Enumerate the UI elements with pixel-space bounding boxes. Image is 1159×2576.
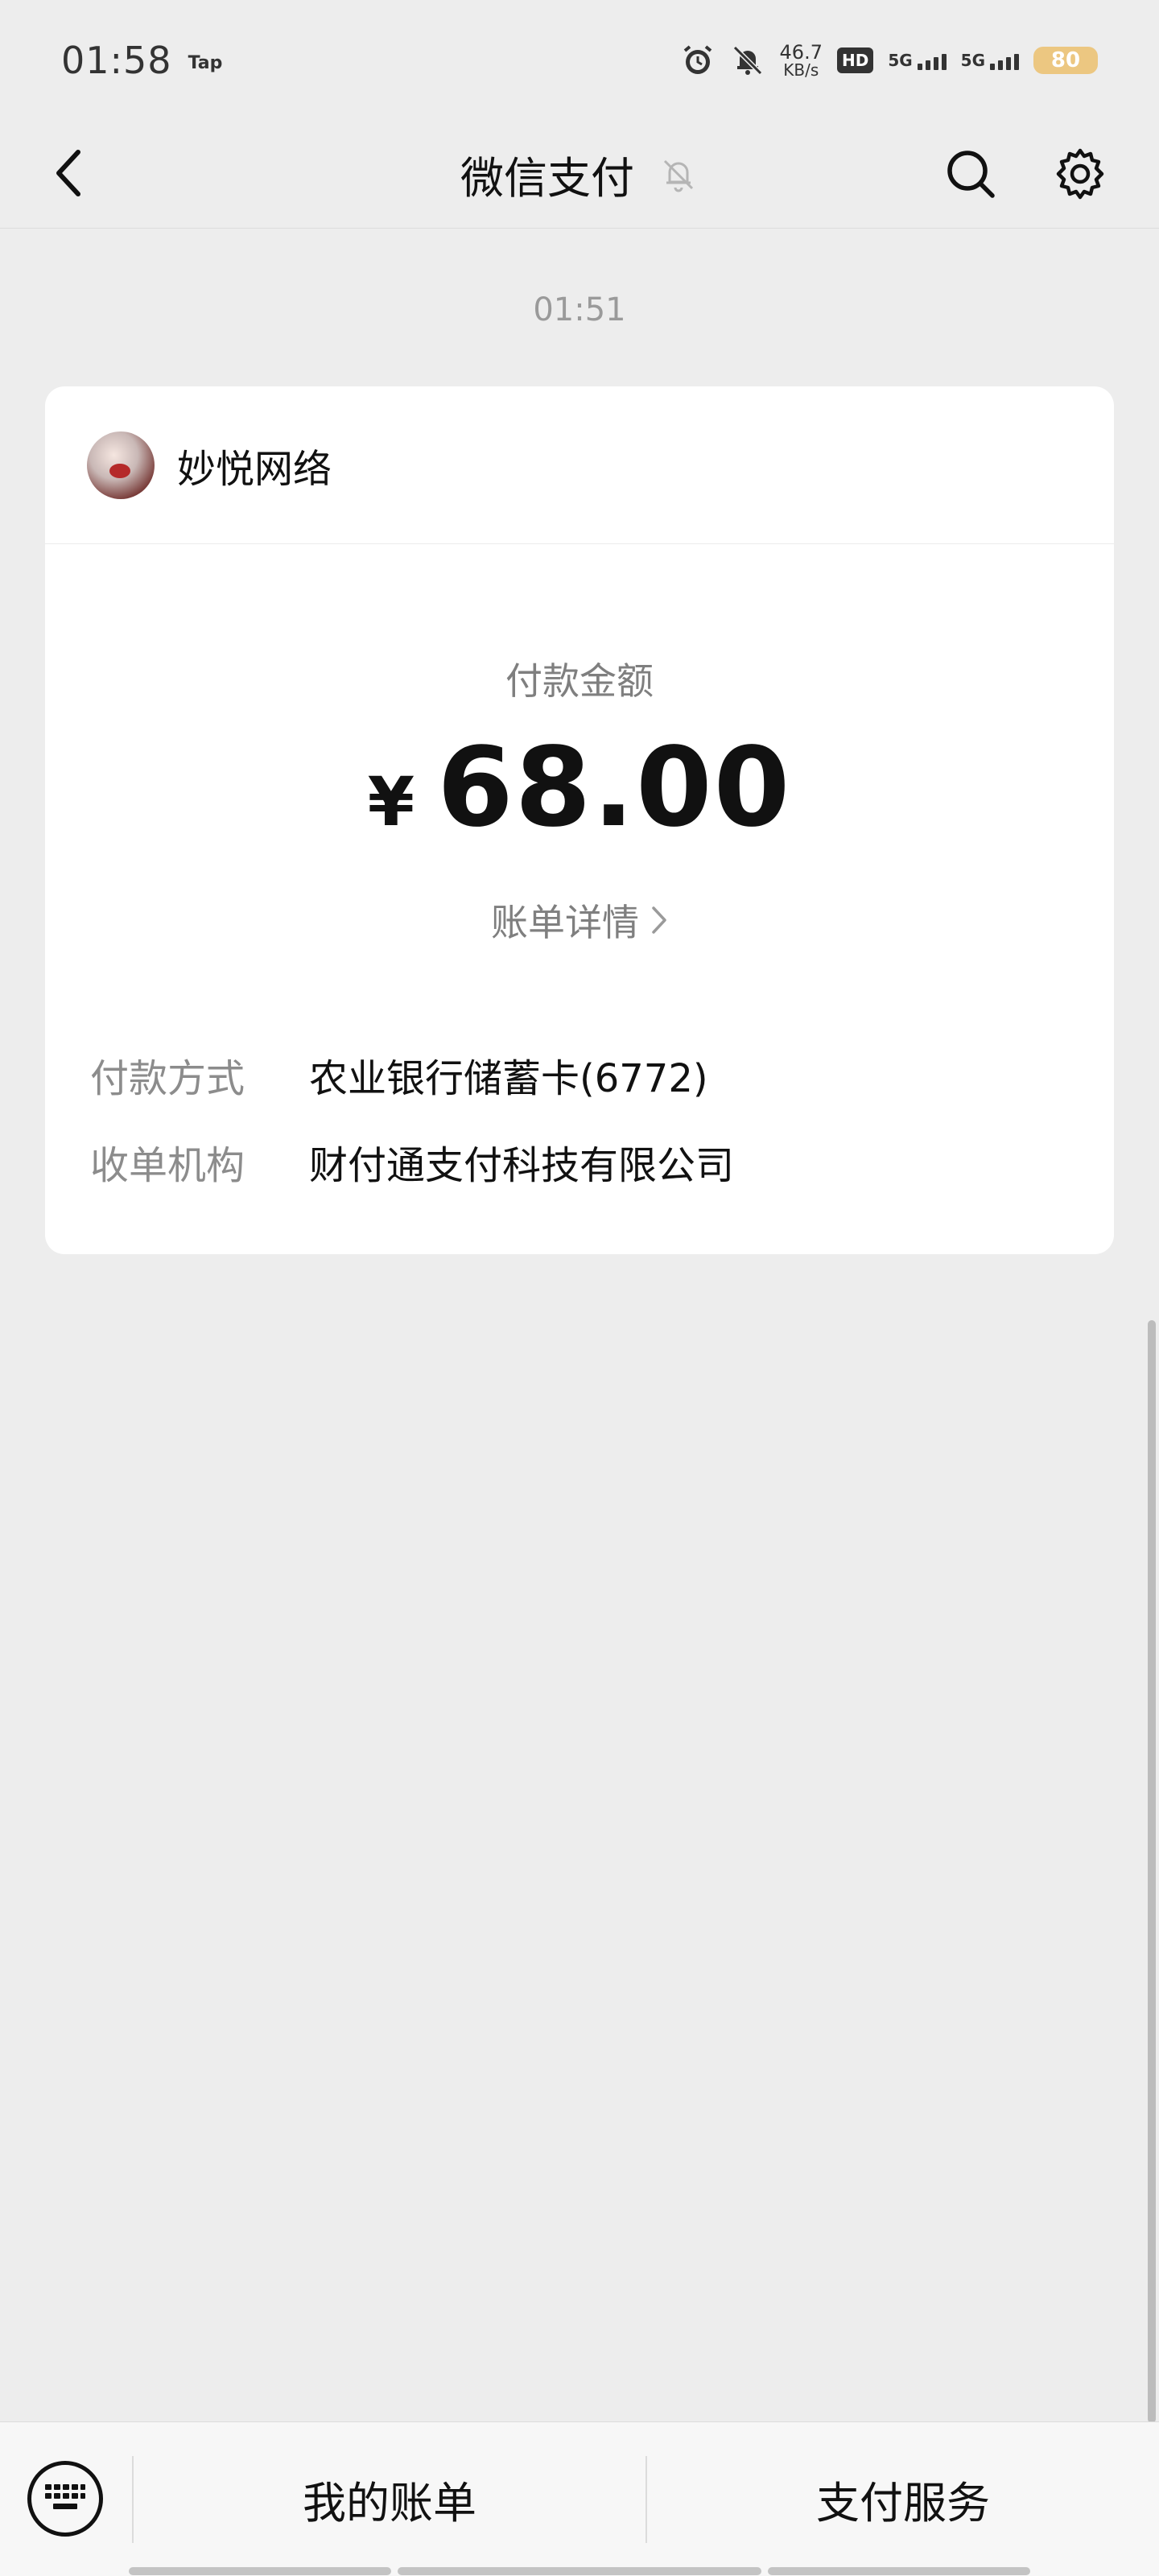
tab-my-bills[interactable]: 我的账单 [134, 2454, 645, 2543]
keyboard-toggle-button[interactable] [27, 2461, 103, 2537]
page-title: 微信支付 [460, 153, 634, 204]
status-time: 01:58 [61, 39, 172, 82]
signal-sim1-icon: 5G [888, 51, 947, 70]
back-button[interactable] [40, 145, 97, 201]
acquirer-row: 收单机构 财付通支付科技有限公司 [90, 1133, 734, 1190]
payment-card[interactable]: 妙悦网络 付款金额 ¥ 68.00 账单详情 付款方式 农业银行储蓄卡(6772… [45, 386, 1114, 1254]
back-icon [56, 150, 80, 196]
net-speed: 46.7 KB/s [780, 43, 823, 78]
amount-value: 68.00 [437, 724, 792, 852]
amount-label: 付款金额 [505, 659, 654, 703]
alarm-icon [680, 43, 716, 78]
search-icon [947, 151, 995, 198]
bill-detail-label: 账单详情 [491, 901, 639, 944]
home-indicator-segment [768, 2567, 1030, 2575]
keyboard-icon [45, 2484, 85, 2509]
search-button[interactable] [942, 145, 1000, 203]
status-left: 01:58 Tap [61, 39, 222, 82]
battery-indicator: 80 [1033, 47, 1098, 74]
payment-method-label: 付款方式 [90, 1056, 245, 1101]
net-speed-value: 46.7 [779, 41, 823, 64]
settings-button[interactable] [1051, 145, 1109, 203]
merchant-avatar [87, 431, 155, 499]
bill-detail-link[interactable]: 账单详情 [45, 894, 1114, 947]
card-header[interactable]: 妙悦网络 [45, 386, 1114, 544]
nav-bar: 微信支付 [0, 121, 1159, 229]
payment-method-row: 付款方式 农业银行储蓄卡(6772) [90, 1046, 708, 1103]
sim2-label: 5G [960, 51, 985, 70]
acquirer-value: 财付通支付科技有限公司 [309, 1143, 735, 1188]
bottom-menu-bar: 我的账单 支付服务 [0, 2421, 1159, 2576]
home-indicator-segment [398, 2567, 761, 2575]
net-speed-unit: KB/s [783, 60, 819, 80]
nav-title-wrap: 微信支付 [460, 142, 699, 206]
hd-badge: HD [836, 47, 874, 73]
tap-badge: Tap [188, 52, 223, 73]
acquirer-label: 收单机构 [90, 1143, 245, 1188]
merchant-name: 妙悦网络 [177, 446, 332, 492]
sim1-label: 5G [888, 51, 913, 70]
chevron-right-icon [652, 906, 666, 934]
scrollbar-thumb[interactable] [1148, 1320, 1156, 2423]
amount-row: ¥ 68.00 [45, 724, 1114, 852]
message-timestamp: 01:51 [533, 291, 626, 328]
home-indicator-segment [129, 2567, 391, 2575]
gear-icon [1056, 148, 1104, 200]
bell-off-icon [730, 43, 765, 78]
tab-payment-services[interactable]: 支付服务 [647, 2454, 1159, 2543]
status-bar: 01:58 Tap 46.7 KB/s HD 5G 5G 80 [0, 0, 1159, 121]
currency-symbol: ¥ [367, 762, 415, 841]
bell-off-icon [658, 155, 699, 195]
status-right: 46.7 KB/s HD 5G 5G 80 [680, 43, 1098, 78]
signal-sim2-icon: 5G [961, 51, 1019, 70]
payment-method-value: 农业银行储蓄卡(6772) [309, 1056, 708, 1101]
